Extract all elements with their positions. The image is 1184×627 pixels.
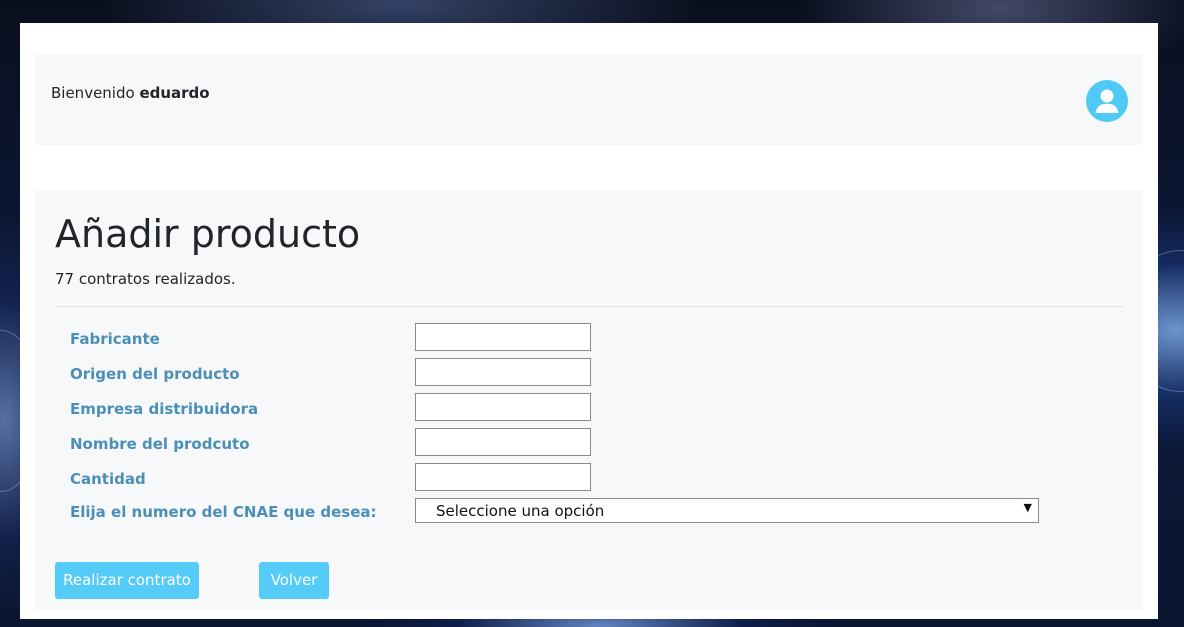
cnae-select[interactable]: Seleccione una opción ▼ [415,498,1039,523]
label-empresa: Empresa distribuidora [70,400,259,418]
nombre-input[interactable] [415,428,591,456]
add-product-card: Añadir producto 77 contratos realizados.… [35,190,1143,610]
page-title: Añadir producto [55,212,361,256]
username: eduardo [139,84,210,102]
divider [55,306,1123,307]
user-circle-icon[interactable] [1086,80,1128,122]
welcome-bar: Bienvenido eduardo [35,54,1143,145]
label-nombre: Nombre del prodcuto [70,435,250,453]
contracts-count: 77 contratos realizados. [55,270,236,288]
label-origen: Origen del producto [70,365,240,383]
content-panel: Bienvenido eduardo Añadir producto 77 co… [20,23,1158,619]
submit-contract-button[interactable]: Realizar contrato [55,562,199,599]
label-fabricante: Fabricante [70,330,160,348]
origen-input[interactable] [415,358,591,386]
label-cnae: Elija el numero del CNAE que desea: [70,503,377,521]
label-cantidad: Cantidad [70,470,146,488]
cnae-selected-value: Seleccione una opción [436,502,605,520]
welcome-message: Bienvenido eduardo [51,84,210,102]
back-button[interactable]: Volver [259,562,329,599]
empresa-input[interactable] [415,393,591,421]
welcome-prefix: Bienvenido [51,84,135,102]
cantidad-input[interactable] [415,463,591,491]
fabricante-input[interactable] [415,323,591,351]
chevron-down-icon: ▼ [1023,501,1032,514]
